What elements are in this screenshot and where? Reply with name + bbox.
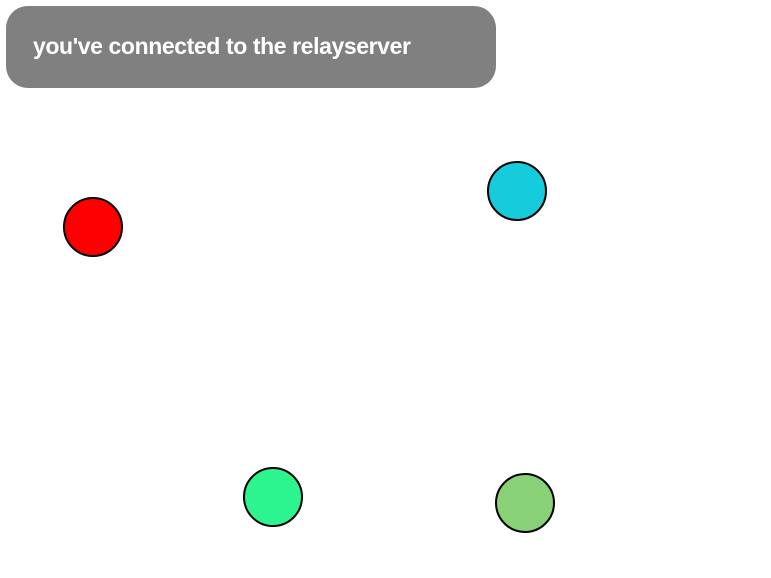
connection-status-banner: you've connected to the relayserver — [6, 6, 496, 88]
game-canvas[interactable]: you've connected to the relayserver — [0, 0, 771, 578]
player-dot-mint — [243, 467, 303, 527]
player-dot-lime — [495, 473, 555, 533]
connection-status-text: you've connected to the relayserver — [33, 32, 411, 59]
player-dot-cyan — [487, 161, 547, 221]
player-dot-red — [63, 197, 123, 257]
